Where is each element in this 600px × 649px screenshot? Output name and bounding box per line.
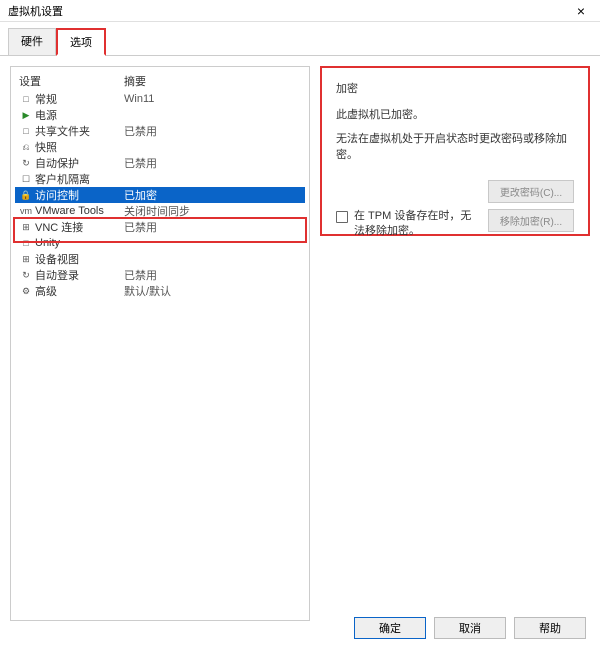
- row-icon: □: [19, 93, 33, 105]
- list-item[interactable]: ▶电源: [15, 107, 305, 123]
- list-item[interactable]: ⊞VNC 连接已禁用: [15, 219, 305, 235]
- list-item[interactable]: ⊞设备视图: [15, 251, 305, 267]
- list-item[interactable]: ↻自动保护已禁用: [15, 155, 305, 171]
- titlebar: 虚拟机设置 ×: [0, 0, 600, 22]
- row-label: 常规: [35, 91, 124, 107]
- change-password-button[interactable]: 更改密码(C)...: [488, 180, 574, 203]
- row-summary: 已禁用: [124, 123, 301, 139]
- list-item[interactable]: □Unity: [15, 235, 305, 251]
- row-icon: ▶: [19, 109, 33, 121]
- row-summary: 已加密: [124, 187, 301, 203]
- row-label: 自动登录: [35, 267, 124, 283]
- row-icon: ⊞: [19, 253, 33, 265]
- header-setting: 设置: [19, 73, 124, 89]
- list-item[interactable]: □共享文件夹已禁用: [15, 123, 305, 139]
- cancel-button[interactable]: 取消: [434, 617, 506, 639]
- tpm-icon: [336, 211, 348, 223]
- list-body: □常规Win11▶电源□共享文件夹已禁用⎌快照↻自动保护已禁用☐客户机隔离🔒访问…: [15, 91, 305, 299]
- detail-pane: 加密 此虚拟机已加密。 无法在虚拟机处于开启状态时更改密码或移除加密。 更改密码…: [310, 66, 590, 621]
- tpm-text: 在 TPM 设备存在时，无法移除加密。: [354, 209, 482, 240]
- row-icon: 🔒: [19, 189, 33, 201]
- list-header: 设置 摘要: [15, 71, 305, 91]
- row-summary: 已禁用: [124, 219, 301, 235]
- row-summary: 已禁用: [124, 267, 301, 283]
- window-title: 虚拟机设置: [8, 3, 63, 19]
- row-icon: ⚙: [19, 285, 33, 297]
- row-label: 设备视图: [35, 251, 124, 267]
- row-label: 电源: [35, 107, 124, 123]
- row-label: 客户机隔离: [35, 171, 124, 187]
- row-summary: 已禁用: [124, 155, 301, 171]
- row-label: 快照: [35, 139, 124, 155]
- header-summary: 摘要: [124, 73, 301, 89]
- row-summary: 默认/默认: [124, 283, 301, 299]
- row-label: 访问控制: [35, 187, 124, 203]
- row-label: Unity: [35, 237, 124, 249]
- settings-list: 设置 摘要 □常规Win11▶电源□共享文件夹已禁用⎌快照↻自动保护已禁用☐客户…: [10, 66, 310, 621]
- row-icon: ↻: [19, 157, 33, 169]
- list-item[interactable]: ↻自动登录已禁用: [15, 267, 305, 283]
- row-summary: 关闭时间同步: [124, 203, 301, 219]
- row-icon: ↻: [19, 269, 33, 281]
- encryption-warning: 无法在虚拟机处于开启状态时更改密码或移除加密。: [336, 130, 574, 162]
- row-label: VMware Tools: [35, 205, 124, 217]
- dialog-footer: 确定 取消 帮助: [354, 617, 586, 639]
- list-item[interactable]: vmVMware Tools关闭时间同步: [15, 203, 305, 219]
- remove-encryption-button[interactable]: 移除加密(R)...: [488, 209, 574, 232]
- help-button[interactable]: 帮助: [514, 617, 586, 639]
- row-label: 共享文件夹: [35, 123, 124, 139]
- encryption-status: 此虚拟机已加密。: [336, 106, 574, 122]
- row-icon: ☐: [19, 173, 33, 185]
- panel-title: 加密: [336, 80, 574, 96]
- row-icon: vm: [19, 205, 33, 217]
- row-label: 高级: [35, 283, 124, 299]
- row-summary: Win11: [124, 93, 301, 105]
- close-icon[interactable]: ×: [566, 1, 596, 21]
- tab-hardware[interactable]: 硬件: [8, 28, 56, 55]
- ok-button[interactable]: 确定: [354, 617, 426, 639]
- tab-bar: 硬件 选项: [0, 22, 600, 56]
- list-item[interactable]: □常规Win11: [15, 91, 305, 107]
- row-icon: ⎌: [19, 141, 33, 153]
- tpm-note: 在 TPM 设备存在时，无法移除加密。 移除加密(R)...: [336, 209, 574, 240]
- row-icon: ⊞: [19, 221, 33, 233]
- list-item[interactable]: 🔒访问控制已加密: [15, 187, 305, 203]
- row-icon: □: [19, 125, 33, 137]
- row-label: VNC 连接: [35, 219, 124, 235]
- list-item[interactable]: ⎌快照: [15, 139, 305, 155]
- encryption-panel: 加密 此虚拟机已加密。 无法在虚拟机处于开启状态时更改密码或移除加密。 更改密码…: [320, 66, 590, 236]
- content-area: 设置 摘要 □常规Win11▶电源□共享文件夹已禁用⎌快照↻自动保护已禁用☐客户…: [0, 56, 600, 631]
- row-icon: □: [19, 237, 33, 249]
- tab-options[interactable]: 选项: [56, 28, 106, 56]
- list-item[interactable]: ☐客户机隔离: [15, 171, 305, 187]
- list-item[interactable]: ⚙高级默认/默认: [15, 283, 305, 299]
- row-label: 自动保护: [35, 155, 124, 171]
